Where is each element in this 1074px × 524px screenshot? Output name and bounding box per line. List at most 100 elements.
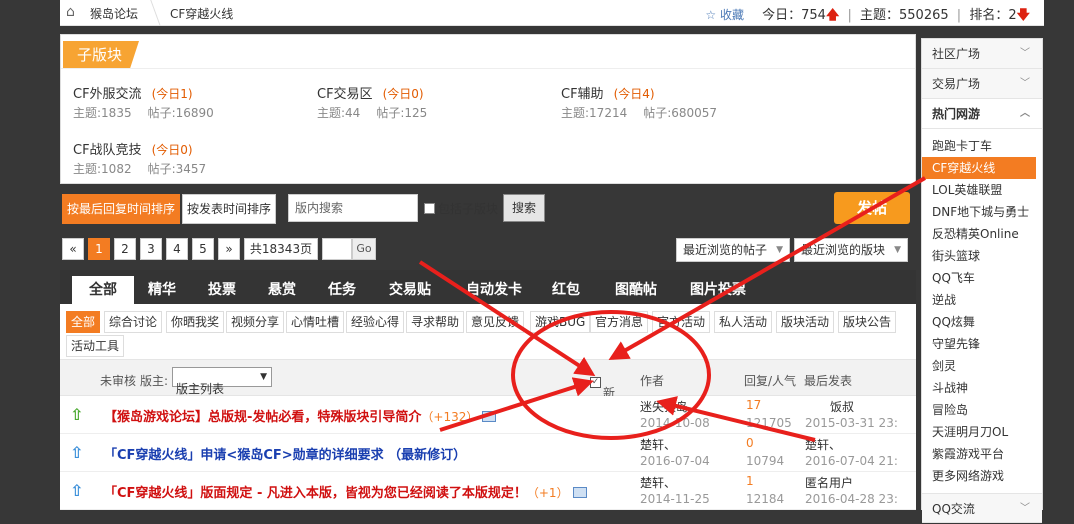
category-item[interactable]: 官方消息	[590, 311, 649, 333]
page-1[interactable]: 1	[88, 238, 110, 260]
sidebar-item[interactable]: LOL英雄联盟	[922, 179, 1042, 201]
subforum-item[interactable]: CF外服交流 (今日1) 主题:1835 帖子:16890	[73, 83, 313, 121]
go-button[interactable]: Go	[352, 238, 376, 260]
subforum-item[interactable]: CF战队竞技 (今日0) 主题:1082 帖子:3457	[73, 139, 313, 177]
thread-last-date[interactable]: 2015-03-31 23:	[805, 416, 898, 430]
category-all[interactable]: 全部	[66, 311, 101, 333]
sidebar-item[interactable]: 跑跑卡丁车	[922, 135, 1042, 157]
prev-page-button[interactable]: «	[62, 238, 84, 260]
sidebar-item[interactable]: 守望先锋	[922, 333, 1042, 355]
new-post-button[interactable]: 发帖	[834, 192, 910, 224]
thread-last-date[interactable]: 2016-07-04 21:	[805, 454, 898, 468]
sidebar-item[interactable]: 反恐精英Online	[922, 223, 1042, 245]
tab-pics[interactable]: 图酷帖	[602, 276, 670, 304]
subforum-name[interactable]: CF辅助	[561, 87, 604, 102]
tab-autocard[interactable]: 自动发卡	[454, 276, 534, 304]
page-4[interactable]: 4	[166, 238, 188, 260]
subforum-topics: 主题:1082	[73, 162, 132, 176]
breadcrumb-current[interactable]: CF穿越火线	[170, 5, 233, 22]
thread-author[interactable]: 楚轩、	[640, 436, 676, 453]
recent-posts-dropdown[interactable]: 最近浏览的帖子 ▼	[676, 238, 790, 262]
category-item[interactable]: 你晒我奖	[166, 311, 225, 333]
search-button[interactable]: 搜索	[503, 194, 545, 222]
tab-vote[interactable]: 投票	[196, 276, 248, 304]
unreviewed-link[interactable]: 未审核	[100, 372, 136, 389]
sidebar-item[interactable]: 冒险岛	[922, 399, 1042, 421]
sort-by-post-button[interactable]: 按发表时间排序	[182, 194, 277, 224]
favorite-link[interactable]: ☆ 收藏	[705, 8, 744, 22]
thread-last-date[interactable]: 2016-04-28 23:	[805, 492, 898, 506]
sidebar-item[interactable]: 斗战神	[922, 377, 1042, 399]
thread-last-user[interactable]: 楚轩、	[805, 436, 841, 453]
category-item[interactable]: 版块活动	[776, 311, 835, 333]
sidebar-item[interactable]: 街头篮球	[922, 245, 1042, 267]
subforum-item[interactable]: CF交易区 (今日0) 主题:44 帖子:125	[317, 83, 557, 121]
moderator-select[interactable]: 版主列表 ▼	[172, 367, 272, 396]
sidebar-item[interactable]: 紫霞游戏平台	[922, 443, 1042, 465]
thread-author[interactable]: 楚轩、	[640, 474, 676, 491]
sidebar-group-hot-games[interactable]: 热门网游 ︿	[922, 99, 1042, 129]
new-window-toggle[interactable]: ✓新窗	[590, 372, 615, 417]
thread-title[interactable]: 「CF穿越火线」版面规定 - 凡进入本版，皆视为您已经阅读了本版规定！（+1）	[104, 482, 587, 501]
tab-trade[interactable]: 交易贴	[376, 276, 444, 304]
category-item[interactable]: 版块公告	[838, 311, 897, 333]
tab-reward[interactable]: 悬赏	[256, 276, 308, 304]
table-row[interactable]: ⇧ 【猴岛游戏论坛】总版规-发帖必看，特殊版块引导简介（+132） 迷失猴岛 2…	[60, 396, 916, 434]
sidebar-item-active[interactable]: CF穿越火线	[922, 157, 1036, 179]
sidebar-group-community[interactable]: 社区广场 ﹀	[922, 39, 1042, 69]
category-item[interactable]: 综合讨论	[104, 311, 163, 333]
tab-task[interactable]: 任务	[316, 276, 368, 304]
subforum-name[interactable]: CF战队竞技	[73, 143, 142, 158]
sidebar-group-qq[interactable]: QQ交流 ﹀	[922, 493, 1042, 523]
thread-last-user[interactable]: 匿名用户	[805, 474, 853, 491]
thread-title-text[interactable]: 【猴岛游戏论坛】总版规-发帖必看，特殊版块引导简介	[104, 410, 421, 425]
checkbox-icon[interactable]	[424, 203, 435, 214]
checkbox-checked-icon[interactable]: ✓	[590, 377, 601, 388]
table-row[interactable]: ⇧ 「CF穿越火线」版面规定 - 凡进入本版，皆视为您已经阅读了本版规定！（+1…	[60, 472, 916, 510]
table-row[interactable]: ⇧ 「CF穿越火线」申请<猴岛CF>勋章的详细要求 （最新修订） 楚轩、 201…	[60, 434, 916, 472]
sort-by-reply-button[interactable]: 按最后回复时间排序	[62, 194, 181, 224]
home-icon[interactable]: ⌂	[66, 4, 82, 20]
category-item[interactable]: 活动工具	[66, 335, 125, 357]
thread-title-text[interactable]: 「CF穿越火线」申请<猴岛CF>勋章的详细要求 （最新修订）	[104, 448, 466, 463]
thread-title[interactable]: 【猴岛游戏论坛】总版规-发帖必看，特殊版块引导简介（+132）	[104, 406, 497, 425]
thread-title-text[interactable]: 「CF穿越火线」版面规定 - 凡进入本版，皆视为您已经阅读了本版规定！	[104, 486, 527, 501]
tab-image-vote[interactable]: 图片投票	[678, 276, 758, 304]
thread-title[interactable]: 「CF穿越火线」申请<猴岛CF>勋章的详细要求 （最新修订）	[104, 444, 466, 463]
sidebar-item[interactable]: 剑灵	[922, 355, 1042, 377]
subforum-item[interactable]: CF辅助 (今日4) 主题:17214 帖子:680057	[561, 83, 801, 121]
board-search-input[interactable]: 版内搜索	[288, 194, 418, 222]
include-subforums-checkbox[interactable]: 包括子版块	[424, 200, 498, 217]
next-page-button[interactable]: »	[218, 238, 240, 260]
sidebar-item[interactable]: QQ飞车	[922, 267, 1042, 289]
category-item[interactable]: 视频分享	[226, 311, 285, 333]
category-item[interactable]: 心情吐槽	[286, 311, 345, 333]
category-item[interactable]: 私人活动	[714, 311, 773, 333]
breadcrumb-home[interactable]: 猴岛论坛	[90, 5, 138, 22]
tab-redpacket[interactable]: 红包	[540, 276, 592, 304]
subforum-name[interactable]: CF外服交流	[73, 87, 142, 102]
thread-author[interactable]: 迷失猴岛	[640, 398, 688, 415]
page-3[interactable]: 3	[140, 238, 162, 260]
category-item[interactable]: 寻求帮助	[406, 311, 465, 333]
page-jump-input[interactable]	[322, 238, 352, 260]
page-5[interactable]: 5	[192, 238, 214, 260]
subforum-name[interactable]: CF交易区	[317, 87, 373, 102]
tab-all[interactable]: 全部	[72, 276, 134, 304]
category-item[interactable]: 经验心得	[346, 311, 405, 333]
tab-digest[interactable]: 精华	[136, 276, 188, 304]
sidebar-item[interactable]: 更多网络游戏	[922, 465, 1042, 487]
sidebar-item[interactable]: DNF地下城与勇士	[922, 201, 1042, 223]
category-item[interactable]: 意见反馈	[466, 311, 525, 333]
page-2[interactable]: 2	[114, 238, 136, 260]
category-item[interactable]: 官方活动	[652, 311, 711, 333]
sidebar-group-trade[interactable]: 交易广场 ﹀	[922, 69, 1042, 99]
chevron-down-icon: ﹀	[1020, 48, 1030, 59]
sidebar-item[interactable]: 天涯明月刀OL	[922, 421, 1042, 443]
sidebar-item[interactable]: QQ炫舞	[922, 311, 1042, 333]
thread-last-user[interactable]: 饭叔	[830, 398, 854, 415]
category-item[interactable]: 游戏BUG	[530, 311, 591, 333]
thread-plus: （+132）	[421, 410, 479, 424]
sidebar-item[interactable]: 逆战	[922, 289, 1042, 311]
recent-boards-dropdown[interactable]: 最近浏览的版块 ▼	[794, 238, 908, 262]
